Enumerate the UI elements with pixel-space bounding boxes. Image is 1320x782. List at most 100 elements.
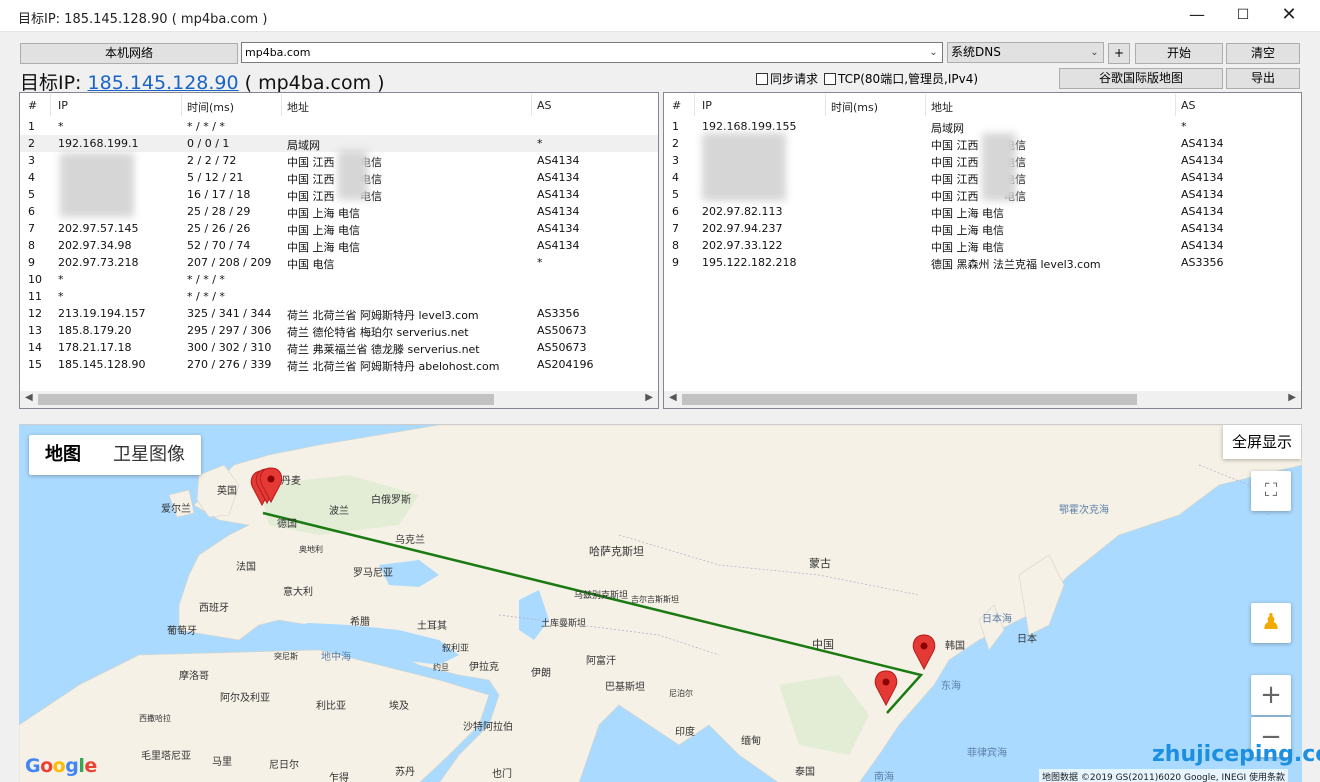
cell-as: AS204196 xyxy=(537,358,594,371)
table-row[interactable]: 9 202.97.73.218 207 / 208 / 209 中国 电信 * xyxy=(20,254,658,271)
cell-as: AS4134 xyxy=(537,222,580,235)
table-row[interactable]: 13 185.8.179.20 295 / 297 / 306 荷兰 德伦特省 梅珀尔… xyxy=(20,322,658,339)
cell-ip: 202.97.57.145 xyxy=(58,222,139,235)
col-as[interactable]: AS xyxy=(537,99,552,112)
table-row[interactable]: 12 213.19.194.157 325 / 341 / 344 荷兰 北荷兰省 阿… xyxy=(20,305,658,322)
col-num[interactable]: # xyxy=(28,99,37,112)
cell-n: 11 xyxy=(28,290,42,303)
table-row[interactable]: 7 202.97.57.145 25 / 26 / 26 中国 上海 电信 AS4134 xyxy=(20,220,658,237)
fullscreen-button[interactable]: 全屏显示 xyxy=(1223,425,1301,459)
col-as[interactable]: AS xyxy=(1181,99,1196,112)
map-label: 日本海 xyxy=(982,614,1012,625)
target-heading: 目标IP: 185.145.128.90 ( mp4ba.com ) xyxy=(20,68,385,95)
scroll-left-icon[interactable]: ◀ xyxy=(669,392,677,403)
table-header: # IP 时间(ms) 地址 AS xyxy=(664,93,1301,117)
scroll-thumb[interactable] xyxy=(682,394,1137,405)
map-label: 乌兹别克斯坦 xyxy=(574,591,629,601)
checkbox-icon[interactable] xyxy=(756,73,768,85)
col-ip[interactable]: IP xyxy=(58,99,68,112)
scroll-right-icon[interactable]: ▶ xyxy=(1288,392,1296,403)
checkbox-icon[interactable] xyxy=(824,73,836,85)
dns-select[interactable]: 系统DNS ⌄ xyxy=(947,42,1104,63)
tab-map[interactable]: 地图 xyxy=(29,435,97,475)
cell-as: AS4134 xyxy=(1181,154,1224,167)
route-map[interactable]: 英国 爱尔兰 丹麦 德国 波兰 白俄罗斯 乌克兰 奥地利 法国 罗马尼亚 意大利… xyxy=(19,424,1302,782)
cell-t: 16 / 17 / 18 xyxy=(187,188,251,201)
table-row[interactable]: 7 202.97.94.237 中国 上海 电信 AS4134 xyxy=(664,220,1301,237)
map-label: 马里 xyxy=(212,757,232,768)
app-window: 目标IP: 185.145.128.90 ( mp4ba.com ) — ☐ ✕… xyxy=(0,0,1320,782)
cell-as: AS4134 xyxy=(1181,222,1224,235)
local-network-button[interactable]: 本机网络 xyxy=(20,43,238,64)
map-label: 伊朗 xyxy=(531,668,551,679)
horizontal-scrollbar[interactable]: ◀ ▶ xyxy=(664,391,1301,408)
close-button[interactable]: ✕ xyxy=(1266,0,1312,32)
table-row[interactable]: 9 195.122.182.218 德国 黑森州 法兰克福 level3.com AS… xyxy=(664,254,1301,271)
map-label: 约旦 xyxy=(433,663,449,672)
table-row[interactable]: 1 * * / * / * xyxy=(20,118,658,135)
pegman-icon[interactable]: ♟ xyxy=(1251,603,1291,643)
sync-request-checkbox[interactable]: 同步请求 xyxy=(756,70,818,87)
chevron-down-icon[interactable]: ⌄ xyxy=(925,43,942,62)
cell-as: AS4134 xyxy=(1181,137,1224,150)
map-label: 摩洛哥 xyxy=(179,671,209,682)
zoom-in-button[interactable]: + xyxy=(1251,675,1291,715)
clear-button[interactable]: 清空 xyxy=(1226,43,1300,64)
map-label: 意大利 xyxy=(283,587,313,598)
table-row[interactable]: 6 202.97.82.113 中国 上海 电信 AS4134 xyxy=(664,203,1301,220)
target-ip-link[interactable]: 185.145.128.90 xyxy=(88,72,239,94)
table-row[interactable]: 15 185.145.128.90 270 / 276 / 339 荷兰 北荷兰省 阿… xyxy=(20,356,658,373)
google-intl-map-button[interactable]: 谷歌国际版地图 xyxy=(1059,68,1223,89)
cell-as: * xyxy=(537,137,543,150)
maximize-button[interactable]: ☐ xyxy=(1220,0,1266,32)
cell-addr: 中国 上海 电信 xyxy=(931,207,1004,220)
map-label: 土库曼斯坦 xyxy=(541,619,587,629)
host-input[interactable]: mp4ba.com ⌄ xyxy=(241,42,943,63)
redaction-blur xyxy=(982,133,1016,201)
cell-as: AS3356 xyxy=(537,307,580,320)
tcp-checkbox[interactable]: TCP(80端口,管理员,IPv4) xyxy=(824,70,978,87)
cell-as: AS50673 xyxy=(537,341,587,354)
col-ip[interactable]: IP xyxy=(702,99,712,112)
cell-n: 6 xyxy=(28,205,35,218)
table-row[interactable]: 10 * * / * / * xyxy=(20,271,658,288)
col-num[interactable]: # xyxy=(672,99,681,112)
scroll-left-icon[interactable]: ◀ xyxy=(25,392,33,403)
cell-as: AS4134 xyxy=(537,154,580,167)
table-row[interactable]: 8 202.97.33.122 中国 上海 电信 AS4134 xyxy=(664,237,1301,254)
cell-ip: 185.145.128.90 xyxy=(58,358,146,371)
tab-satellite[interactable]: 卫星图像 xyxy=(97,435,201,475)
site-watermark: zhujiceping.com xyxy=(1152,742,1320,767)
left-trace-table[interactable]: # IP 时间(ms) 地址 AS 1 * * / * / * 2 192.168.19… xyxy=(19,92,659,409)
table-row[interactable]: 14 178.21.17.18 300 / 302 / 310 荷兰 弗莱福兰省 德龙… xyxy=(20,339,658,356)
cell-t: 25 / 28 / 29 xyxy=(187,205,251,218)
cell-ip: 192.168.199.1 xyxy=(58,137,139,150)
map-fullscreen-icon[interactable]: ⛶ xyxy=(1251,471,1291,511)
cell-ip: 192.168.199.155 xyxy=(702,120,797,133)
horizontal-scrollbar[interactable]: ◀ ▶ xyxy=(20,391,658,408)
right-trace-table[interactable]: # IP 时间(ms) 地址 AS 1 192.168.199.155 局域网 * 2 中… xyxy=(663,92,1302,409)
start-button[interactable]: 开始 xyxy=(1135,43,1223,64)
col-addr[interactable]: 地址 xyxy=(931,99,953,115)
scroll-right-icon[interactable]: ▶ xyxy=(645,392,653,403)
cell-t: 300 / 302 / 310 xyxy=(187,341,272,354)
table-row[interactable]: 8 202.97.34.98 52 / 70 / 74 中国 上海 电信 AS4134 xyxy=(20,237,658,254)
scroll-thumb[interactable] xyxy=(38,394,494,405)
table-row[interactable]: 11 * * / * / * xyxy=(20,288,658,305)
cell-addr: 中国 上海 电信 xyxy=(287,207,360,220)
chevron-down-icon[interactable]: ⌄ xyxy=(1086,43,1103,62)
minimize-button[interactable]: — xyxy=(1174,0,1220,32)
add-button[interactable]: + xyxy=(1108,43,1130,64)
cell-n: 7 xyxy=(28,222,35,235)
col-addr[interactable]: 地址 xyxy=(287,99,309,115)
cell-t: 270 / 276 / 339 xyxy=(187,358,272,371)
col-time[interactable]: 时间(ms) xyxy=(831,99,878,115)
export-button[interactable]: 导出 xyxy=(1226,68,1300,89)
cell-addr: 中国 上海 电信 xyxy=(287,241,360,254)
col-time[interactable]: 时间(ms) xyxy=(187,99,234,115)
map-label: 毛里塔尼亚 xyxy=(141,751,191,762)
map-attribution[interactable]: 地图数据 ©2019 GS(2011)6020 Google, INEGI 使用… xyxy=(1039,769,1289,782)
redaction-blur xyxy=(60,153,134,217)
sync-request-label: 同步请求 xyxy=(770,72,819,86)
map-label: 西班牙 xyxy=(199,603,229,614)
